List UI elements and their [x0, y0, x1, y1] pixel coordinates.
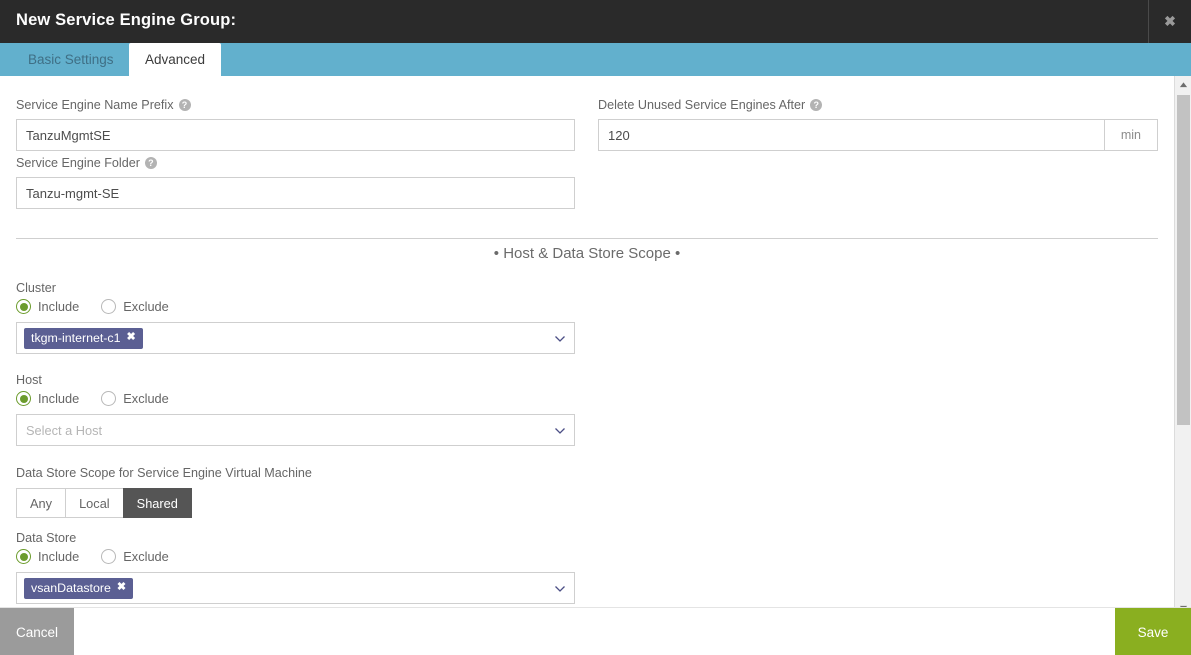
cluster-chip-label: tkgm-internet-c1 — [31, 330, 121, 345]
datastore-include-label: Include — [38, 549, 80, 564]
host-exclude-label: Exclude — [123, 391, 169, 406]
datastore-scope-option-shared[interactable]: Shared — [122, 488, 192, 518]
host-radio-include[interactable]: Include — [16, 391, 79, 406]
cancel-button[interactable]: Cancel — [0, 608, 74, 655]
chip-remove-icon[interactable]: ✖ — [117, 582, 126, 593]
dialog-title: New Service Engine Group: — [16, 11, 237, 29]
host-select-placeholder: Select a Host — [26, 422, 103, 438]
radio-icon — [101, 549, 117, 564]
datastore-chip[interactable]: vsanDatastore ✖ — [24, 577, 134, 599]
field-delete-unused: Delete Unused Service Engines After ? mi… — [598, 98, 1158, 151]
scrollbar-thumb[interactable] — [1177, 95, 1190, 425]
delete-unused-label: Delete Unused Service Engines After ? — [598, 98, 1158, 112]
cluster-label: Cluster — [16, 281, 56, 295]
cluster-select[interactable]: tkgm-internet-c1 ✖ — [16, 322, 575, 354]
chevron-down-icon[interactable] — [554, 425, 565, 436]
datastore-select[interactable]: vsanDatastore ✖ — [16, 572, 575, 604]
field-host: Host Include Exclude Select a Host — [16, 373, 575, 446]
datastore-scope-label: Data Store Scope for Service Engine Virt… — [16, 466, 312, 480]
dialog-footer: Cancel Save — [0, 607, 1191, 655]
radio-icon — [16, 549, 31, 564]
cluster-exclude-label: Exclude — [123, 299, 169, 314]
tab-basic-settings[interactable]: Basic Settings — [12, 43, 130, 76]
dialog-titlebar: New Service Engine Group: ✖ — [0, 0, 1191, 43]
se-folder-label-text: Service Engine Folder — [16, 156, 140, 170]
datastore-radio-exclude[interactable]: Exclude — [101, 549, 169, 564]
dialog-body: Service Engine Name Prefix ? Service Eng… — [0, 76, 1174, 607]
delete-unused-input[interactable] — [598, 119, 1104, 151]
delete-unused-unit: min — [1103, 119, 1158, 151]
tab-basic-settings-label: Basic Settings — [28, 52, 114, 67]
datastore-chip-label: vsanDatastore — [31, 580, 111, 595]
delete-unused-label-text: Delete Unused Service Engines After — [598, 98, 806, 112]
delete-unused-input-group: min — [598, 119, 1158, 151]
datastore-radio-include[interactable]: Include — [16, 549, 79, 564]
cluster-radio-group: Include Exclude — [16, 299, 575, 314]
radio-icon — [16, 299, 31, 314]
datastore-scope-option-any[interactable]: Any — [16, 488, 66, 518]
tab-advanced[interactable]: Advanced — [129, 43, 222, 76]
se-name-prefix-label: Service Engine Name Prefix ? — [16, 98, 575, 112]
cluster-include-label: Include — [38, 299, 80, 314]
datastore-radio-group: Include Exclude — [16, 549, 575, 564]
se-name-prefix-label-text: Service Engine Name Prefix — [16, 98, 174, 112]
radio-icon — [16, 391, 31, 406]
cluster-chip[interactable]: tkgm-internet-c1 ✖ — [24, 327, 143, 349]
field-cluster: Cluster Include Exclude tkgm-internet-c1… — [16, 281, 575, 354]
host-label: Host — [16, 373, 42, 387]
save-button[interactable]: Save — [1115, 608, 1191, 655]
chevron-down-icon[interactable] — [554, 333, 565, 344]
host-radio-group: Include Exclude — [16, 391, 575, 406]
help-icon[interactable]: ? — [144, 157, 157, 169]
se-folder-input[interactable] — [16, 177, 575, 209]
se-folder-label: Service Engine Folder ? — [16, 156, 575, 170]
close-icon[interactable]: ✖ — [1149, 0, 1191, 43]
help-icon[interactable]: ? — [178, 99, 191, 111]
radio-icon — [101, 391, 117, 406]
host-radio-exclude[interactable]: Exclude — [101, 391, 169, 406]
field-se-name-prefix: Service Engine Name Prefix ? — [16, 98, 575, 151]
scroll-up-icon[interactable] — [1175, 76, 1191, 93]
chip-remove-icon[interactable]: ✖ — [127, 332, 136, 343]
field-datastore-scope: Data Store Scope for Service Engine Virt… — [16, 466, 575, 518]
radio-icon — [101, 299, 117, 314]
datastore-scope-option-local[interactable]: Local — [65, 488, 123, 518]
datastore-scope-button-group: Any Local Shared — [16, 488, 192, 518]
vertical-scrollbar[interactable] — [1174, 76, 1191, 616]
host-include-label: Include — [38, 391, 80, 406]
new-service-engine-group-dialog: New Service Engine Group: ✖ Basic Settin… — [0, 0, 1191, 655]
se-name-prefix-input[interactable] — [16, 119, 575, 151]
tab-bar: Basic Settings Advanced — [0, 43, 1191, 76]
section-title: • Host & Data Store Scope • — [493, 245, 681, 262]
chevron-down-icon[interactable] — [554, 583, 565, 594]
cluster-radio-exclude[interactable]: Exclude — [101, 299, 169, 314]
section-divider-line — [16, 238, 1158, 239]
datastore-exclude-label: Exclude — [123, 549, 169, 564]
field-se-folder: Service Engine Folder ? — [16, 156, 575, 209]
datastore-label: Data Store — [16, 531, 77, 545]
cluster-radio-include[interactable]: Include — [16, 299, 79, 314]
field-datastore: Data Store Include Exclude vsanDatastore… — [16, 531, 575, 604]
tab-advanced-label: Advanced — [145, 52, 206, 67]
help-icon[interactable]: ? — [810, 99, 823, 111]
host-select[interactable]: Select a Host — [16, 414, 575, 446]
